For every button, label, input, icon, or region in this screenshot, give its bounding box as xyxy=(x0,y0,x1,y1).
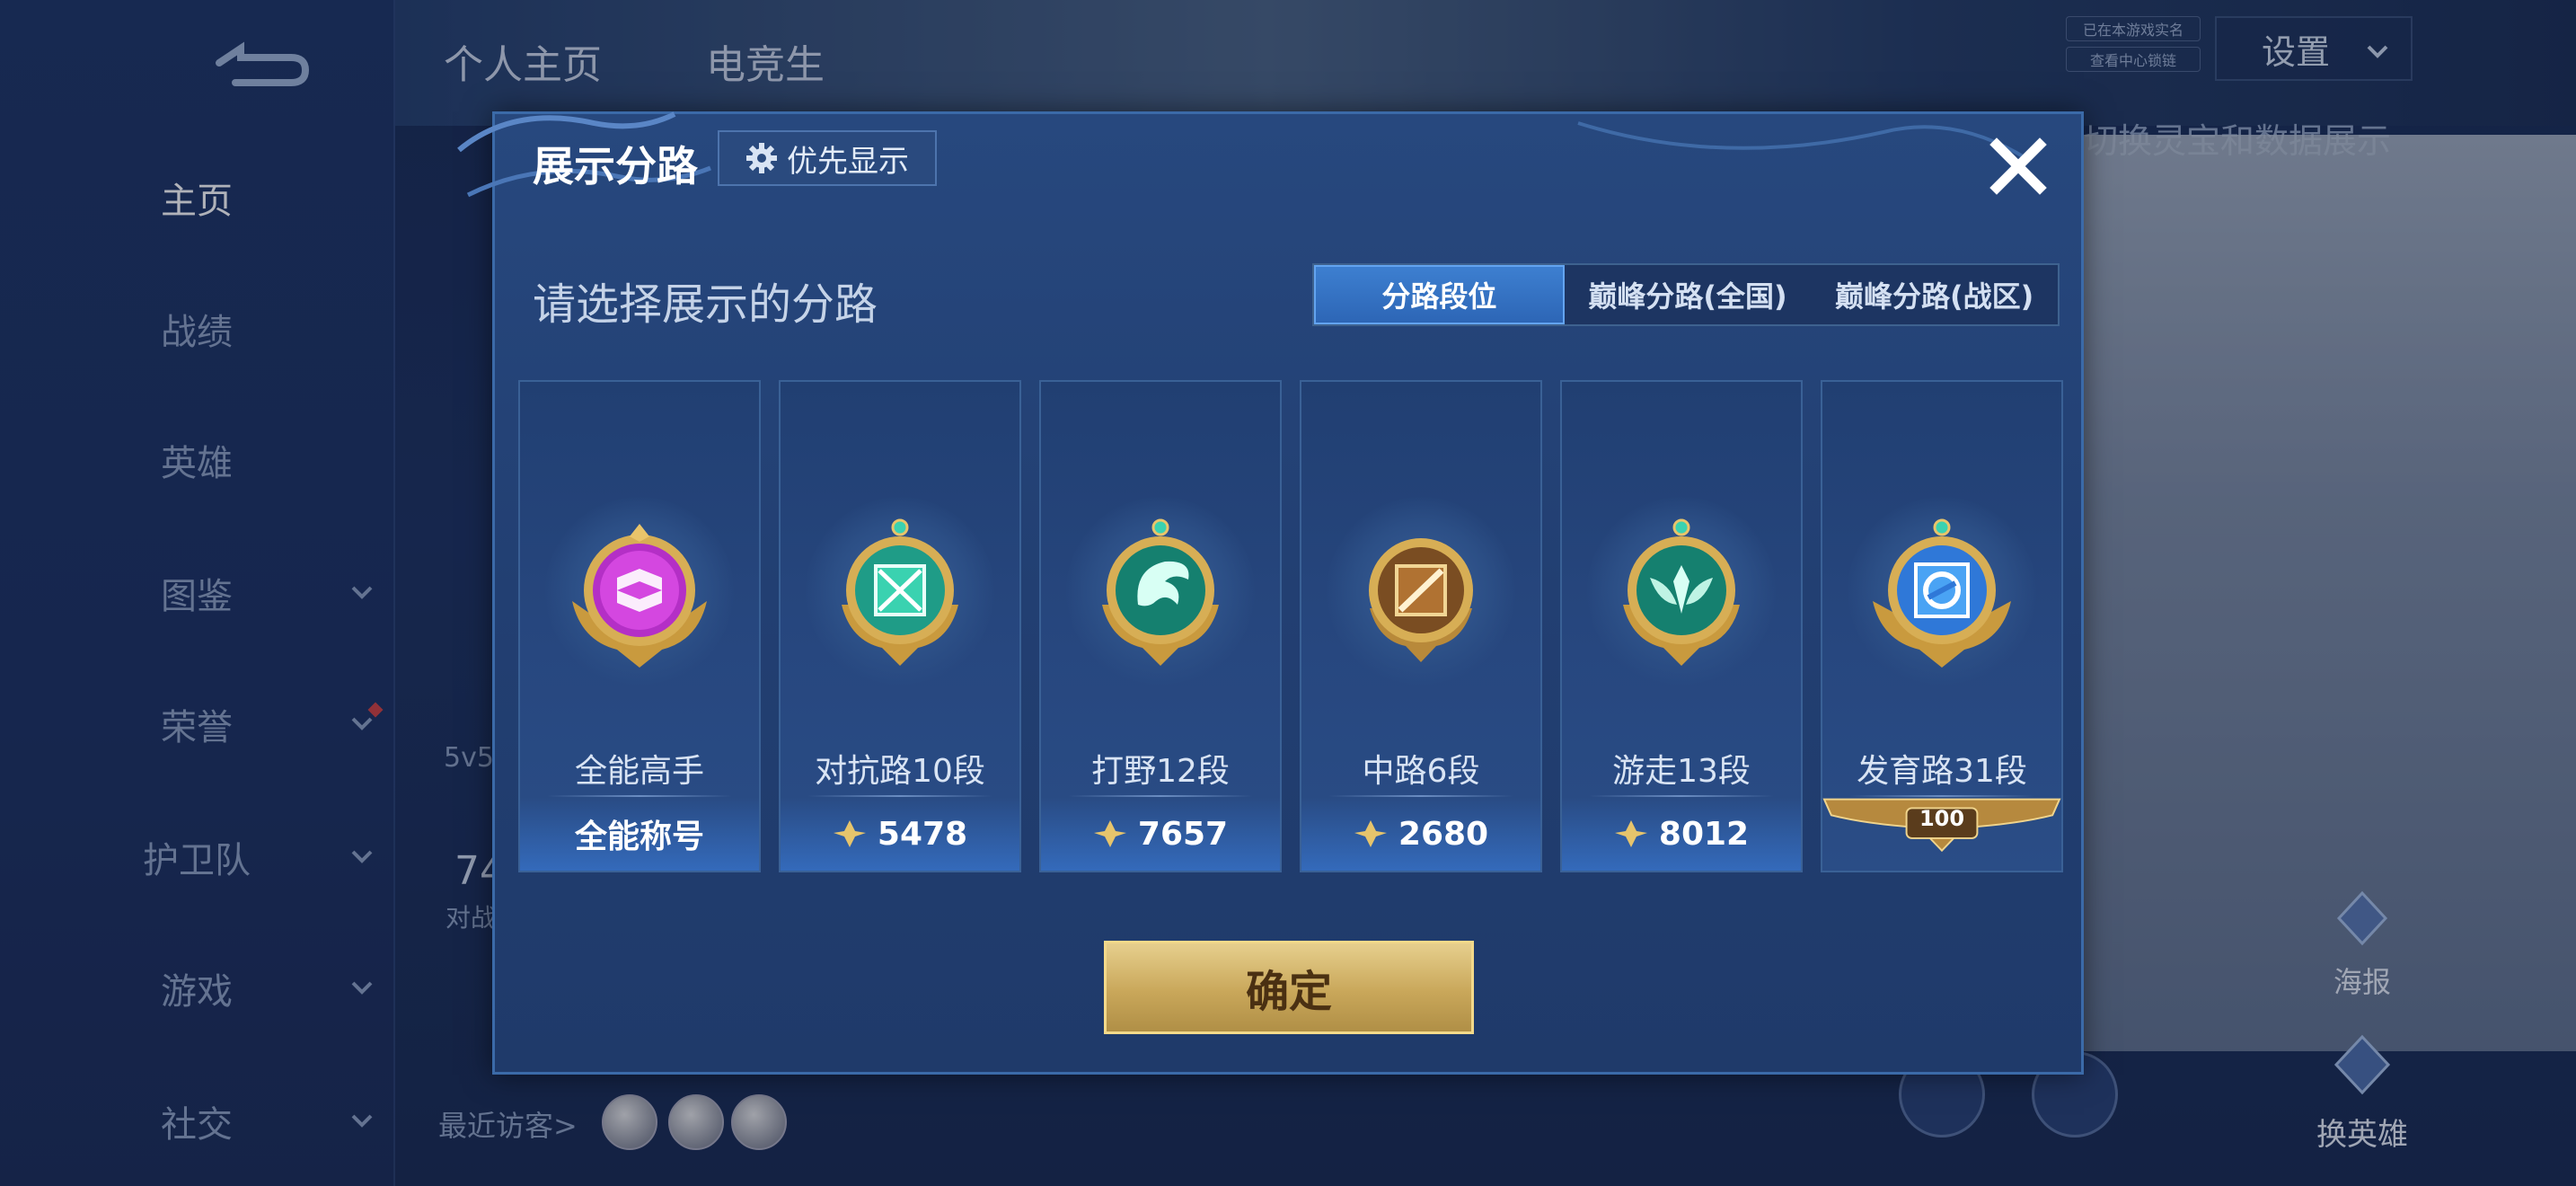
rank-points-icon xyxy=(833,820,866,847)
mid-lane-emblem-icon xyxy=(1369,538,1473,662)
lane-footer: 8012 xyxy=(1562,797,1801,871)
dialog-subtitle: 请选择展示的分路 xyxy=(533,279,878,330)
tab-lane-rank[interactable]: 分路段位 xyxy=(1314,265,1565,324)
confirm-button[interactable]: 确定 xyxy=(1104,941,1474,1034)
jungle-emblem-icon xyxy=(1102,518,1219,666)
priority-display-button[interactable]: 优先显示 xyxy=(718,130,937,186)
dialog-title: 展示分路 xyxy=(533,142,698,190)
gear-icon xyxy=(746,143,777,173)
lane-name: 打野12段 xyxy=(1091,753,1230,790)
close-icon[interactable] xyxy=(1984,132,2052,200)
lane-name: 中路6段 xyxy=(1362,753,1480,790)
lane-card-list: 全能高手 全能称号 对抗路10段 5478 打野12段 7657 中路6段 26… xyxy=(518,380,2067,872)
rank-points-icon xyxy=(1093,820,1126,847)
confirm-label: 确定 xyxy=(1245,967,1332,1017)
lane-mode-tabs: 分路段位 巅峰分路(全国) 巅峰分路(战区) xyxy=(1312,263,2060,326)
lane-display-dialog: 展示分路 优先显示 请选择展示的分路 分路段位 巅峰分路(全国) 巅峰分路(战区… xyxy=(457,111,2084,1075)
lane-name: 全能高手 xyxy=(574,753,704,790)
rank-points: 8012 xyxy=(1658,815,1750,853)
roam-emblem-icon xyxy=(1623,518,1740,666)
cloud-ornament-icon xyxy=(1577,121,2029,161)
lane-card-mid[interactable]: 中路6段 2680 xyxy=(1300,380,1542,872)
all-round-emblem-icon xyxy=(572,524,707,668)
clash-lane-emblem-icon xyxy=(842,518,958,666)
lane-name: 对抗路10段 xyxy=(815,753,985,790)
lane-card-jungle[interactable]: 打野12段 7657 xyxy=(1039,380,1282,872)
lane-footer: 全能称号 xyxy=(520,797,759,871)
rank-points-icon xyxy=(1614,820,1647,847)
rank-points: 2680 xyxy=(1398,815,1489,853)
lane-footer: 2680 xyxy=(1301,797,1540,871)
lane-footer: 7657 xyxy=(1041,797,1280,871)
lane-name: 游走13段 xyxy=(1612,753,1751,790)
lane-name: 发育路31段 xyxy=(1857,753,2027,790)
lane-title-text: 全能称号 xyxy=(574,819,704,855)
priority-label: 优先显示 xyxy=(787,143,909,180)
farm-lane-emblem-icon xyxy=(1873,518,2011,668)
tab-peak-national[interactable]: 巅峰分路(全国) xyxy=(1565,265,1812,324)
rank-points: 7657 xyxy=(1137,815,1229,853)
lane-card-roam[interactable]: 游走13段 8012 xyxy=(1560,380,1803,872)
rank-points: 5478 xyxy=(877,815,968,853)
rank-points-icon xyxy=(1354,820,1387,847)
stars-value: 100 xyxy=(1919,806,1965,831)
lane-card-clash[interactable]: 对抗路10段 5478 xyxy=(779,380,1021,872)
lane-card-farm[interactable]: 发育路31段 100 xyxy=(1821,380,2063,872)
lane-footer: 5478 xyxy=(781,797,1019,871)
lane-card-all-round[interactable]: 全能高手 全能称号 xyxy=(518,380,761,872)
tab-peak-region[interactable]: 巅峰分路(战区) xyxy=(1811,265,2058,324)
